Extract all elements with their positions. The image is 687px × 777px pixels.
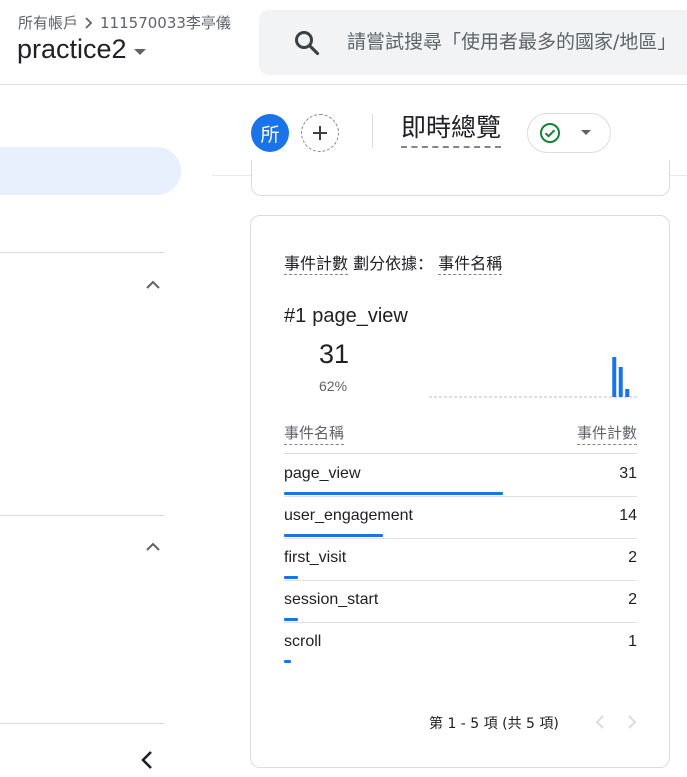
pagination-label: 第 1 - 5 項 (共 5 項) [429,716,559,732]
previous-card [251,160,670,196]
caret-down-icon [581,130,591,135]
top-rank: #1 [284,305,307,327]
table-row[interactable]: scroll 1 [284,622,637,663]
split-label: 劃分依據： [353,254,434,273]
row-event-name[interactable]: first_visit [284,549,346,567]
sparkline-bar [618,367,623,397]
breadcrumb-all-accounts[interactable]: 所有帳戶 [18,12,78,33]
check-circle-icon [540,123,560,143]
add-comparison-button[interactable] [301,114,339,152]
comparison-avatar[interactable]: 所 [251,114,289,152]
search-bar[interactable] [259,10,687,75]
row-share-bar [284,660,291,663]
chevron-up-icon[interactable] [144,538,162,556]
row-share-bar [284,534,383,537]
metric-label[interactable]: 事件計數 [284,254,349,275]
breadcrumb[interactable]: 所有帳戶 111570033李亭儀 [18,12,231,33]
row-share-bar [284,492,503,495]
row-event-count: 1 [628,633,637,650]
previous-page-icon[interactable] [591,712,609,732]
next-page-icon[interactable] [623,712,641,732]
sparkline-bar [625,389,630,397]
property-selector[interactable]: practice2 [17,34,146,65]
row-event-count: 31 [619,465,637,482]
sidebar-divider [0,252,165,253]
nav-item-active[interactable] [0,147,181,195]
row-event-name[interactable]: page_view [284,465,361,483]
row-event-count: 2 [628,591,637,608]
row-share-bar [284,576,298,579]
table-row[interactable]: user_engagement 14 [284,496,637,539]
data-status-chip[interactable] [527,113,611,153]
top-app-bar: 所有帳戶 111570033李亭儀 practice2 [0,0,687,85]
table-row[interactable]: session_start 2 [284,580,637,623]
breadcrumb-account[interactable]: 111570033李亭儀 [100,12,231,33]
row-event-count: 14 [619,507,637,524]
sidebar-divider [0,515,165,516]
plus-icon [313,126,327,140]
col-header-event-count[interactable]: 事件計數 [576,422,637,445]
collapse-sidebar-icon[interactable] [137,749,157,771]
sparkline-chart [429,357,637,398]
table-row[interactable]: first_visit 2 [284,538,637,581]
chevron-right-icon [85,16,93,29]
search-input[interactable] [347,28,687,56]
top-value: 31 [319,339,350,369]
sparkline-bar [612,357,617,397]
row-event-name[interactable]: session_start [284,591,378,609]
top-item: #1 page_view [284,305,408,328]
event-count-card: 事件計數 劃分依據： 事件名稱 #1 page_view 31 62% 事件名稱 … [250,215,670,768]
top-percent: 62% [319,378,348,394]
search-icon [295,31,320,56]
row-event-name[interactable]: scroll [284,633,321,651]
row-share-bar [284,618,298,621]
dimension-label[interactable]: 事件名稱 [438,254,503,275]
toolbar-divider [372,114,373,148]
caret-down-icon [133,48,146,55]
chevron-up-icon[interactable] [144,276,162,294]
property-name: practice2 [17,34,127,64]
row-event-count: 2 [628,549,637,566]
sidebar-divider [0,723,165,724]
card-title: 事件計數 劃分依據： 事件名稱 [284,250,503,275]
col-header-event-name[interactable]: 事件名稱 [284,422,345,445]
top-name: page_view [312,305,408,327]
row-event-name[interactable]: user_engagement [284,507,413,525]
table-row[interactable]: page_view 31 [284,454,637,497]
page-title: 即時總覽 [401,112,502,148]
